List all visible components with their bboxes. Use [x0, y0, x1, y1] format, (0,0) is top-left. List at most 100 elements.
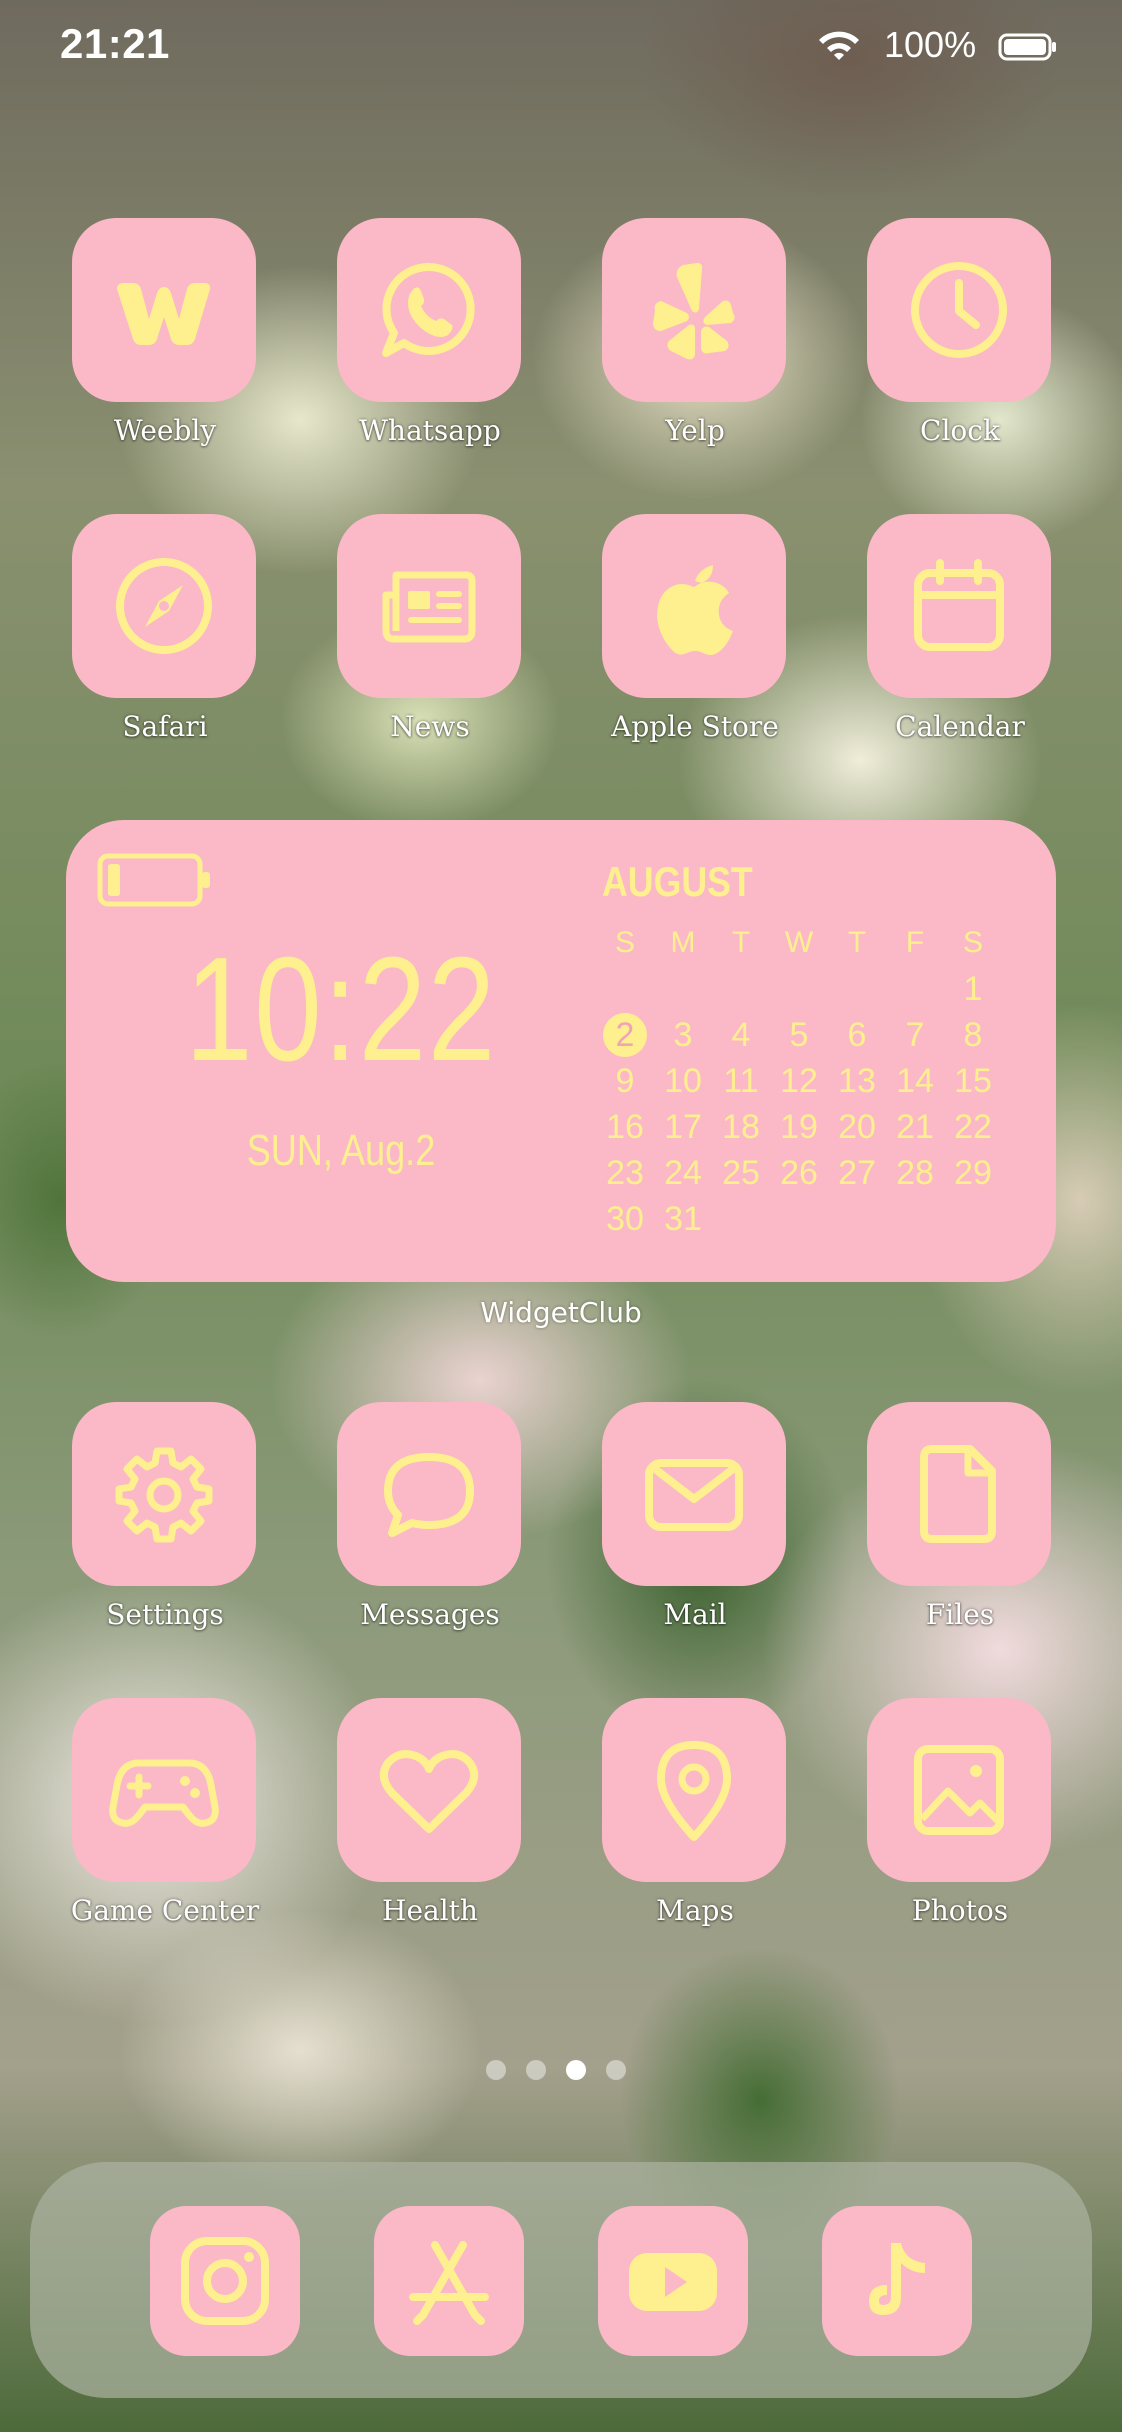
page-dot-4[interactable]	[606, 2060, 626, 2080]
calendar-day: 14	[886, 1058, 944, 1104]
calendar-day-number: 13	[838, 1062, 876, 1100]
calendar-day-number: 28	[896, 1154, 934, 1192]
app-apple-store[interactable]: Apple Store	[602, 514, 788, 744]
app-mail[interactable]: Mail	[602, 1402, 788, 1632]
app-health[interactable]: Health	[337, 1698, 523, 1928]
widget-label: WidgetClub	[480, 1296, 642, 1329]
health-tile[interactable]	[337, 1698, 521, 1882]
app-game-center[interactable]: Game Center	[71, 1698, 259, 1928]
settings-tile[interactable]	[72, 1402, 256, 1586]
mail-tile[interactable]	[602, 1402, 786, 1586]
news-tile[interactable]	[337, 514, 521, 698]
calendar-weekday: W	[784, 926, 814, 959]
calendar-day: 24	[654, 1150, 712, 1196]
page-indicator[interactable]	[486, 2058, 636, 2082]
app-label-health: Health	[382, 1894, 478, 1927]
calendar-day-number: 17	[664, 1108, 702, 1146]
app-messages[interactable]: Messages	[337, 1402, 523, 1632]
app-yelp[interactable]: Yelp	[602, 218, 788, 448]
calendar-day-number: 12	[780, 1062, 818, 1100]
calendar-week-row: 1	[596, 966, 1016, 1012]
calendar-day: 25	[712, 1150, 770, 1196]
page-dot-1[interactable]	[486, 2060, 506, 2080]
calendar-tile[interactable]	[867, 514, 1051, 698]
envelope-icon	[645, 1459, 743, 1531]
calendar-day	[886, 1196, 944, 1242]
apple-icon	[657, 565, 733, 655]
calendar-day: 6	[828, 1012, 886, 1058]
app-label-yelp: Yelp	[665, 414, 725, 447]
app-label-apple-store: Apple Store	[611, 710, 779, 743]
calendar-weekday: F	[905, 926, 925, 959]
compass-icon	[116, 558, 212, 654]
instagram-icon	[181, 2237, 269, 2325]
wifi-icon	[819, 31, 859, 60]
widget-time: 10:22	[185, 927, 497, 1092]
calendar-day: 8	[944, 1012, 1002, 1058]
calendar-day: 2	[596, 1012, 654, 1058]
app-label-mail: Mail	[663, 1598, 727, 1631]
app-clock[interactable]: Clock	[867, 218, 1053, 448]
safari-tile[interactable]	[72, 514, 256, 698]
app-whatsapp[interactable]: Whatsapp	[337, 218, 523, 448]
calendar-day: 22	[944, 1104, 1002, 1150]
weebly-tile[interactable]	[72, 218, 256, 402]
app-safari[interactable]: Safari	[72, 514, 258, 744]
app-settings[interactable]: Settings	[72, 1402, 258, 1632]
calendar-day	[886, 966, 944, 1012]
maps-tile[interactable]	[602, 1698, 786, 1882]
gear-icon	[115, 1447, 213, 1543]
app-label-safari: Safari	[122, 710, 208, 743]
calendar-day-number: 11	[723, 1062, 759, 1100]
photos-tile[interactable]	[867, 1698, 1051, 1882]
app-label-settings: Settings	[106, 1598, 224, 1631]
newspaper-icon	[382, 571, 476, 643]
calendar-day-number: 23	[606, 1154, 644, 1192]
dock-app-store[interactable]	[374, 2206, 524, 2356]
calendar-day: 28	[886, 1150, 944, 1196]
whatsapp-tile[interactable]	[337, 218, 521, 402]
widget-club-widget[interactable]: 10:22 SUN, Aug.2 AUGUST SMTWTFS123456789…	[66, 820, 1056, 1282]
app-label-photos: Photos	[911, 1894, 1009, 1927]
photo-icon	[914, 1745, 1004, 1835]
app-news[interactable]: News	[337, 514, 523, 744]
calendar-day-number: 18	[722, 1108, 760, 1146]
dock-tiktok[interactable]	[822, 2206, 972, 2356]
page-dot-3-active[interactable]	[566, 2060, 586, 2080]
app-calendar[interactable]: Calendar	[867, 514, 1053, 744]
calendar-day-number: 6	[847, 1016, 867, 1054]
gamepad-icon	[109, 1759, 219, 1827]
calendar-day	[712, 966, 770, 1012]
calendar-day: 16	[596, 1104, 654, 1150]
calendar-day: 26	[770, 1150, 828, 1196]
app-label-maps: Maps	[656, 1894, 734, 1927]
calendar-day	[828, 966, 886, 1012]
game-center-tile[interactable]	[72, 1698, 256, 1882]
calendar-day-number: 5	[789, 1016, 809, 1054]
calendar-day-number: 15	[954, 1062, 992, 1100]
page-dot-2[interactable]	[526, 2060, 546, 2080]
battery-percent: 100%	[884, 24, 977, 65]
messages-tile[interactable]	[337, 1402, 521, 1586]
app-label-news: News	[390, 710, 470, 743]
calendar-day-number: 1	[963, 970, 983, 1008]
yelp-tile[interactable]	[602, 218, 786, 402]
calendar-day: 10	[654, 1058, 712, 1104]
dock-instagram[interactable]	[150, 2206, 300, 2356]
calendar-day	[770, 966, 828, 1012]
files-tile[interactable]	[867, 1402, 1051, 1586]
widget-date: SUN, Aug.2	[246, 1126, 436, 1175]
app-weebly[interactable]: Weebly	[72, 218, 258, 448]
calendar-grid: S M T W T F S 1 2 3 4 5 6 7 8 9 10 11 12 13 14 15 16 17 18 19 20 21…	[596, 920, 1016, 1242]
calendar-day-number: 20	[838, 1108, 876, 1146]
app-files[interactable]: Files	[867, 1402, 1053, 1632]
app-photos[interactable]: Photos	[867, 1698, 1053, 1928]
dock-youtube[interactable]	[598, 2206, 748, 2356]
calendar-week-row: 30 31	[596, 1196, 1016, 1242]
calendar-day: 29	[944, 1150, 1002, 1196]
app-store-icon	[409, 2241, 489, 2325]
clock-tile[interactable]	[867, 218, 1051, 402]
calendar-day-number: 21	[896, 1108, 934, 1146]
apple-store-tile[interactable]	[602, 514, 786, 698]
app-maps[interactable]: Maps	[602, 1698, 788, 1928]
